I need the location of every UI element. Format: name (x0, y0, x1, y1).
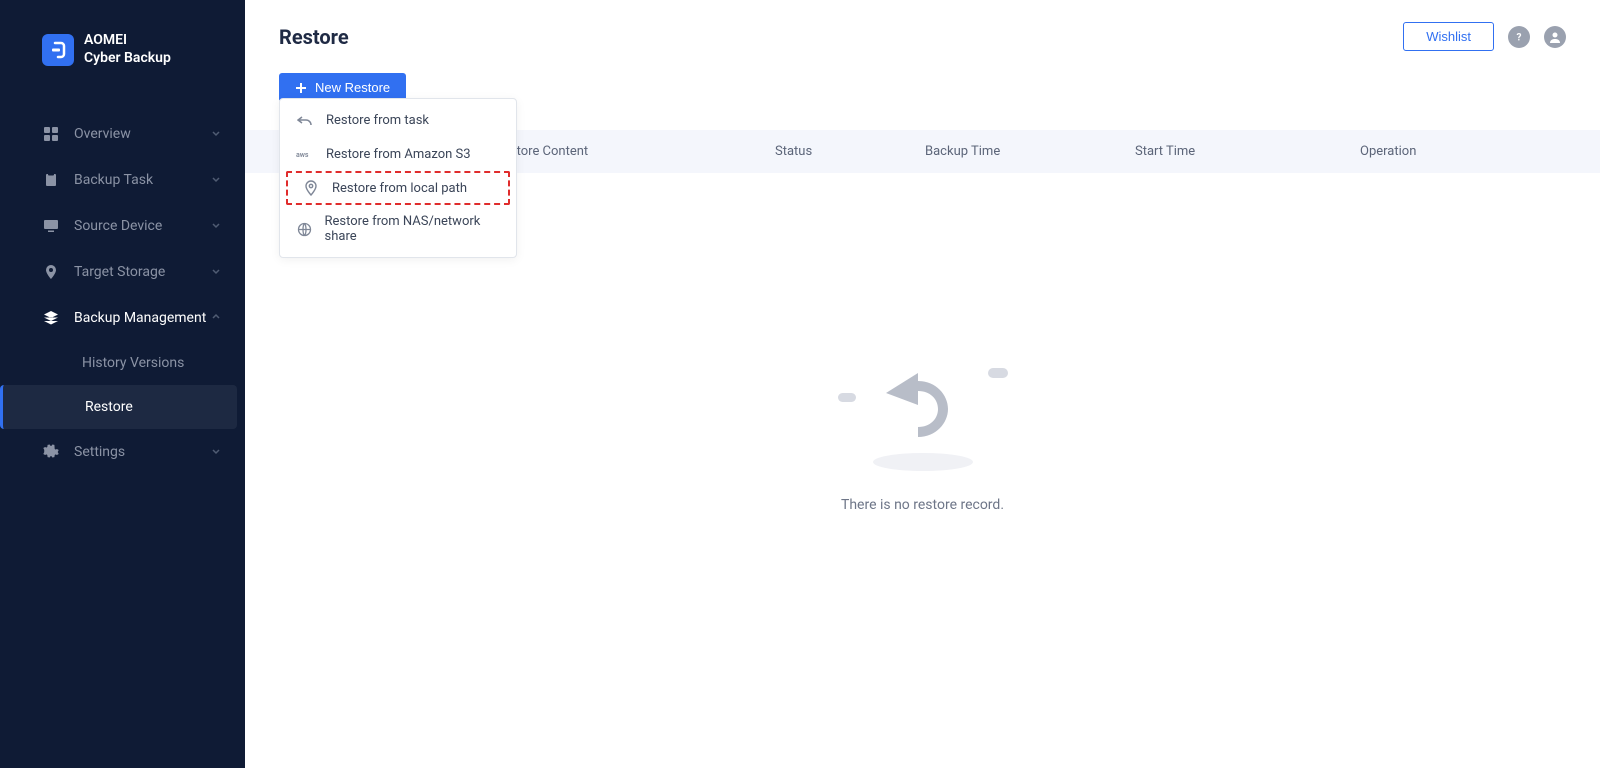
wishlist-button[interactable]: Wishlist (1403, 22, 1494, 51)
chevron-up-icon (211, 312, 223, 324)
sidebar: AOMEI Cyber Backup Overview Backup Task (0, 0, 245, 768)
dropdown-item-from-local[interactable]: Restore from local path (286, 171, 510, 205)
layers-icon (42, 309, 60, 327)
clipboard-icon (42, 171, 60, 189)
svg-text:?: ? (1517, 32, 1522, 43)
sidebar-item-label: Backup Management (74, 310, 211, 326)
new-restore-dropdown: Restore from task aws Restore from Amazo… (279, 98, 517, 258)
help-icon: ? (1513, 31, 1525, 43)
help-button[interactable]: ? (1508, 26, 1530, 48)
chevron-down-icon (211, 446, 223, 458)
user-icon (1548, 30, 1562, 44)
brand-logo-icon (42, 34, 74, 66)
chevron-down-icon (211, 128, 223, 140)
sidebar-item-label: Target Storage (74, 264, 211, 280)
sidebar-item-overview[interactable]: Overview (0, 111, 245, 157)
page-title: Restore (279, 25, 349, 49)
monitor-icon (42, 217, 60, 235)
empty-illustration (838, 363, 1008, 473)
user-avatar-button[interactable] (1544, 26, 1566, 48)
sidebar-item-backup-management[interactable]: Backup Management (0, 295, 245, 341)
dropdown-item-from-s3[interactable]: aws Restore from Amazon S3 (280, 137, 516, 171)
dropdown-item-from-nas[interactable]: Restore from NAS/network share (280, 205, 516, 253)
 (878, 373, 956, 445)
new-restore-label: New Restore (315, 80, 390, 95)
sidebar-item-label: Source Device (74, 218, 211, 234)
sidebar-item-label: Backup Task (74, 172, 211, 188)
dashboard-icon (42, 125, 60, 143)
nav: Overview Backup Task Source Device (0, 111, 245, 475)
cloud-icon (988, 368, 1008, 378)
sidebar-item-backup-task[interactable]: Backup Task (0, 157, 245, 203)
sidebar-sub-restore[interactable]: Restore (0, 385, 237, 429)
cloud-icon (838, 393, 856, 402)
sidebar-item-label: Settings (74, 444, 211, 460)
chevron-down-icon (211, 266, 223, 278)
svg-text:aws: aws (296, 151, 309, 159)
globe-icon (296, 221, 313, 237)
col-backup-time: Backup Time (925, 144, 1135, 159)
col-start-time: Start Time (1135, 144, 1360, 159)
col-operation: Operation (1360, 144, 1580, 159)
sidebar-item-source-device[interactable]: Source Device (0, 203, 245, 249)
plus-icon (295, 82, 307, 94)
col-status: Status (775, 144, 925, 159)
chevron-down-icon (211, 174, 223, 186)
location-icon (42, 263, 60, 281)
sidebar-sub-backup-management: History Versions Restore (0, 341, 245, 429)
sidebar-item-target-storage[interactable]: Target Storage (0, 249, 245, 295)
sidebar-sub-label: History Versions (82, 355, 184, 371)
logo-area: AOMEI Cyber Backup (0, 24, 245, 87)
app-root: AOMEI Cyber Backup Overview Backup Task (0, 0, 1600, 768)
header: Restore Wishlist ? (245, 0, 1600, 73)
empty-message: There is no restore record. (841, 497, 1004, 513)
sidebar-sub-history-versions[interactable]: History Versions (74, 341, 245, 385)
shadow-shape (873, 453, 973, 471)
dropdown-item-from-task[interactable]: Restore from task (280, 103, 516, 137)
main-content: Restore Wishlist ? New Restore (245, 0, 1600, 768)
location-icon (302, 180, 320, 196)
gear-icon (42, 443, 60, 461)
sidebar-sub-label: Restore (85, 399, 133, 415)
header-actions: Wishlist ? (1403, 22, 1566, 51)
sidebar-item-label: Overview (74, 126, 211, 142)
dropdown-item-label: Restore from local path (332, 181, 467, 196)
dropdown-item-label: Restore from task (326, 113, 429, 128)
chevron-down-icon (211, 220, 223, 232)
aws-icon: aws (296, 146, 314, 162)
undo-icon (296, 112, 314, 128)
brand-name: AOMEI Cyber Backup (84, 32, 171, 67)
col-restore-content: Restore Content (495, 144, 775, 159)
brand-line1: AOMEI (84, 32, 171, 50)
empty-state: There is no restore record. (245, 363, 1600, 513)
sidebar-item-settings[interactable]: Settings (0, 429, 245, 475)
brand-line2: Cyber Backup (84, 50, 171, 68)
dropdown-item-label: Restore from Amazon S3 (326, 147, 471, 162)
dropdown-item-label: Restore from NAS/network share (325, 214, 500, 244)
